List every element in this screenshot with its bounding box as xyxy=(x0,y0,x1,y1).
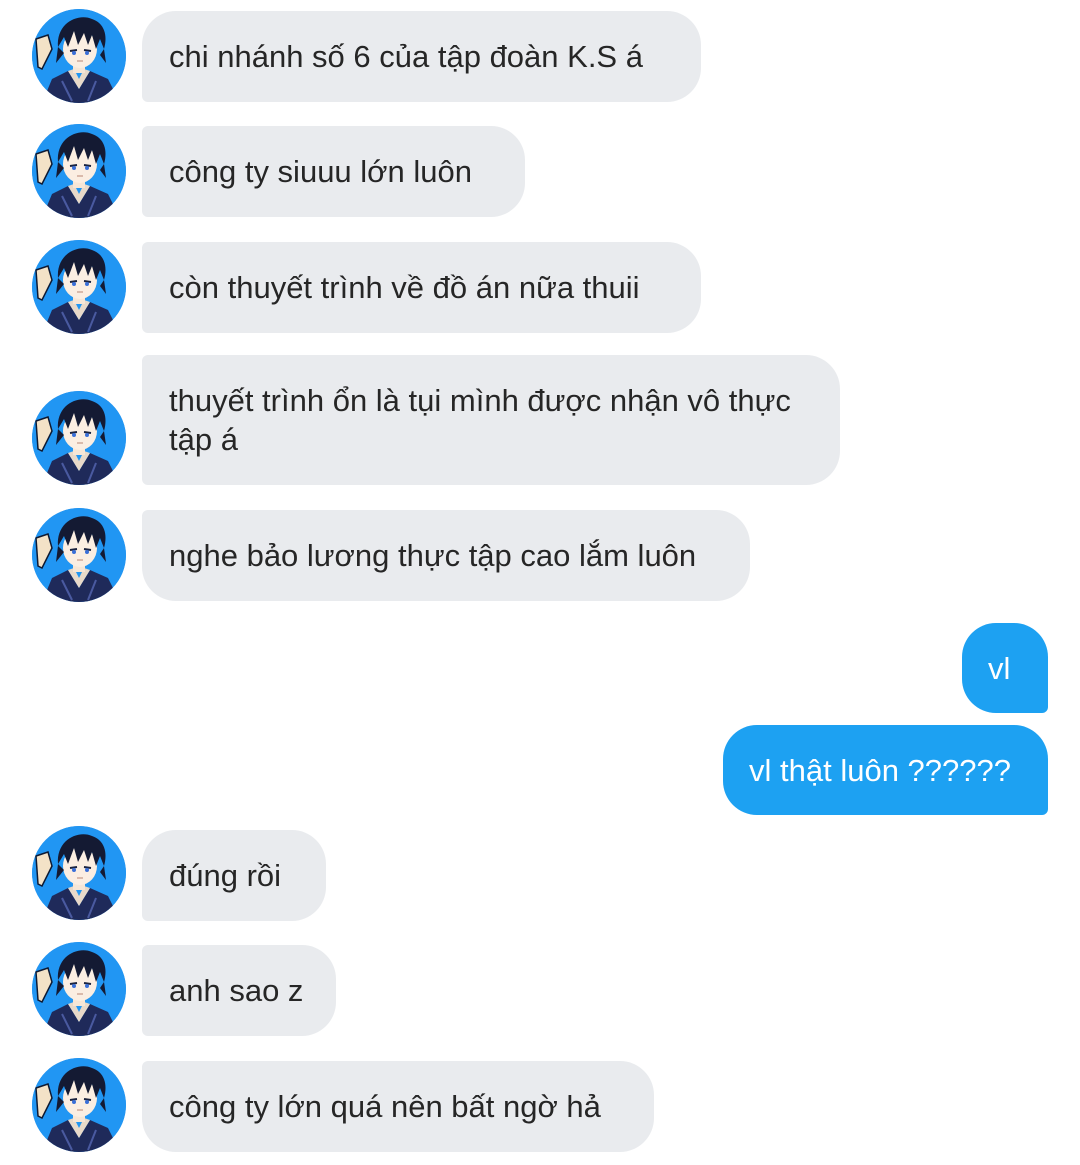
contact-avatar[interactable] xyxy=(32,391,126,485)
incoming-message-bubble[interactable]: nghe bảo lương thực tập cao lắm luôn xyxy=(142,510,750,601)
incoming-message-bubble[interactable]: còn thuyết trình về đồ án nữa thuii xyxy=(142,242,701,333)
contact-avatar[interactable] xyxy=(32,9,126,103)
message-text: công ty siuuu lớn luôn xyxy=(169,154,472,189)
contact-avatar[interactable] xyxy=(32,124,126,218)
anime-boy-avatar-icon xyxy=(32,124,126,218)
incoming-message-bubble[interactable]: đúng rồi xyxy=(142,830,326,921)
message-text: anh sao z xyxy=(169,973,304,1008)
incoming-message-bubble[interactable]: công ty siuuu lớn luôn xyxy=(142,126,525,217)
anime-boy-avatar-icon xyxy=(32,508,126,602)
contact-avatar[interactable] xyxy=(32,942,126,1036)
anime-boy-avatar-icon xyxy=(32,240,126,334)
message-text: còn thuyết trình về đồ án nữa thuii xyxy=(169,270,640,305)
message-text: vl thật luôn ?????? xyxy=(749,752,1011,788)
incoming-message-bubble[interactable]: anh sao z xyxy=(142,945,336,1036)
message-text: công ty lớn quá nên bất ngờ hả xyxy=(169,1089,601,1124)
contact-avatar[interactable] xyxy=(32,826,126,920)
anime-boy-avatar-icon xyxy=(32,391,126,485)
contact-avatar[interactable] xyxy=(32,240,126,334)
incoming-message-bubble[interactable]: công ty lớn quá nên bất ngờ hả xyxy=(142,1061,654,1152)
incoming-message-bubble[interactable]: thuyết trình ổn là tụi mình được nhận vô… xyxy=(142,355,840,485)
anime-boy-avatar-icon xyxy=(32,942,126,1036)
anime-boy-avatar-icon xyxy=(32,9,126,103)
incoming-message-bubble[interactable]: chi nhánh số 6 của tập đoàn K.S á xyxy=(142,11,701,102)
message-text: chi nhánh số 6 của tập đoàn K.S á xyxy=(169,39,643,74)
message-text: thuyết trình ổn là tụi mình được nhận vô… xyxy=(169,383,791,457)
anime-boy-avatar-icon xyxy=(32,826,126,920)
contact-avatar[interactable] xyxy=(32,1058,126,1152)
anime-boy-avatar-icon xyxy=(32,1058,126,1152)
contact-avatar[interactable] xyxy=(32,508,126,602)
outgoing-message-bubble[interactable]: vl xyxy=(962,623,1048,713)
message-text: nghe bảo lương thực tập cao lắm luôn xyxy=(169,538,697,573)
message-text: đúng rồi xyxy=(169,858,282,893)
message-text: vl xyxy=(988,650,1011,686)
outgoing-message-bubble[interactable]: vl thật luôn ?????? xyxy=(723,725,1048,815)
